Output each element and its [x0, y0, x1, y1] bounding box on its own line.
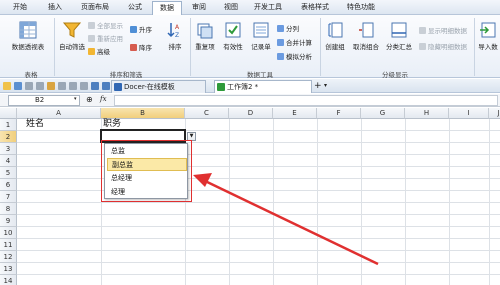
annotation-arrow-icon — [193, 173, 379, 266]
